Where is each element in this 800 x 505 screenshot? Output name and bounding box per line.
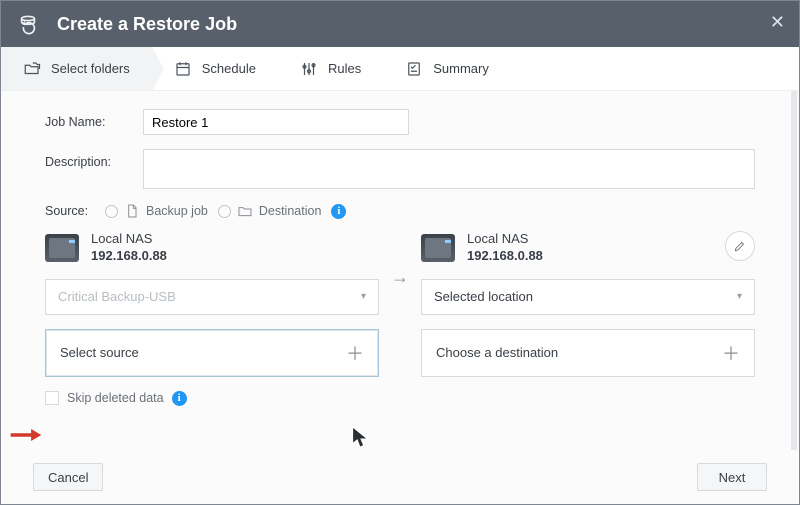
tab-label: Schedule — [202, 61, 256, 76]
checkbox-label: Skip deleted data — [67, 391, 164, 405]
tab-summary[interactable]: Summary — [383, 47, 511, 90]
source-device-name: Local NAS — [91, 231, 167, 248]
summary-icon — [405, 60, 423, 78]
chevron-down-icon: ▾ — [737, 291, 742, 302]
pencil-icon — [733, 239, 747, 253]
folder-icon — [237, 203, 253, 219]
nas-icon — [421, 234, 455, 262]
source-device-ip: 192.168.0.88 — [91, 248, 167, 265]
description-label: Description: — [45, 149, 143, 169]
plus-icon: ＋ — [722, 340, 740, 366]
nas-icon — [45, 234, 79, 262]
tab-label: Summary — [433, 61, 489, 76]
chevron-down-icon: ▾ — [361, 291, 366, 302]
skip-deleted-row[interactable]: Skip deleted data i — [45, 391, 755, 406]
source-label: Source: — [45, 204, 95, 218]
tab-label: Rules — [328, 61, 361, 76]
dialog-title: Create a Restore Job — [57, 14, 237, 35]
select-value: Critical Backup-USB — [58, 289, 176, 304]
source-option-destination[interactable]: Destination — [218, 203, 322, 219]
info-icon[interactable]: i — [172, 391, 187, 406]
restore-app-icon — [17, 13, 39, 35]
tab-label: Select folders — [51, 61, 130, 76]
scrollbar[interactable] — [791, 91, 797, 450]
edit-destination-button[interactable] — [725, 231, 755, 261]
option-label: Backup job — [146, 204, 208, 218]
next-button[interactable]: Next — [697, 463, 767, 491]
sliders-icon — [300, 60, 318, 78]
select-folders-icon — [23, 60, 41, 78]
description-input[interactable] — [143, 149, 755, 189]
picker-label: Select source — [60, 345, 139, 360]
radio-icon — [218, 205, 231, 218]
info-icon[interactable]: i — [331, 204, 346, 219]
choose-destination-picker[interactable]: Choose a destination ＋ — [421, 329, 755, 377]
close-icon[interactable]: ✕ — [766, 9, 789, 35]
dialog-footer: Cancel Next — [1, 450, 799, 504]
select-value: Selected location — [434, 289, 533, 304]
annotation-arrow-icon — [9, 426, 43, 444]
select-source-picker[interactable]: Select source ＋ — [45, 329, 379, 377]
tab-select-folders[interactable]: Select folders — [1, 47, 152, 90]
job-name-input[interactable] — [143, 109, 409, 135]
job-name-label: Job Name: — [45, 109, 143, 129]
source-device: Local NAS 192.168.0.88 — [45, 231, 379, 265]
content-area: Job Name: Description: Source: Backup jo… — [1, 91, 799, 450]
transfer-arrow-icon: → — [385, 231, 415, 277]
tab-schedule[interactable]: Schedule — [152, 47, 278, 90]
destination-device: Local NAS 192.168.0.88 — [421, 231, 755, 265]
destination-location-select[interactable]: Selected location ▾ — [421, 279, 755, 315]
cancel-button[interactable]: Cancel — [33, 463, 103, 491]
source-backup-select[interactable]: Critical Backup-USB ▾ — [45, 279, 379, 315]
destination-device-ip: 192.168.0.88 — [467, 248, 543, 265]
calendar-icon — [174, 60, 192, 78]
title-bar: Create a Restore Job ✕ — [1, 1, 799, 47]
destination-device-name: Local NAS — [467, 231, 543, 248]
picker-label: Choose a destination — [436, 345, 558, 360]
source-column: Local NAS 192.168.0.88 Critical Backup-U… — [45, 231, 379, 377]
source-option-backup-job[interactable]: Backup job — [105, 203, 208, 219]
cursor-icon — [349, 425, 371, 450]
tab-rules[interactable]: Rules — [278, 47, 383, 90]
checkbox-icon — [45, 391, 59, 405]
file-icon — [124, 203, 140, 219]
wizard-tabs: Select folders Schedule Rules Summary — [1, 47, 799, 91]
plus-icon: ＋ — [346, 340, 364, 366]
destination-column: Local NAS 192.168.0.88 Selected location… — [421, 231, 755, 377]
radio-icon — [105, 205, 118, 218]
option-label: Destination — [259, 204, 322, 218]
